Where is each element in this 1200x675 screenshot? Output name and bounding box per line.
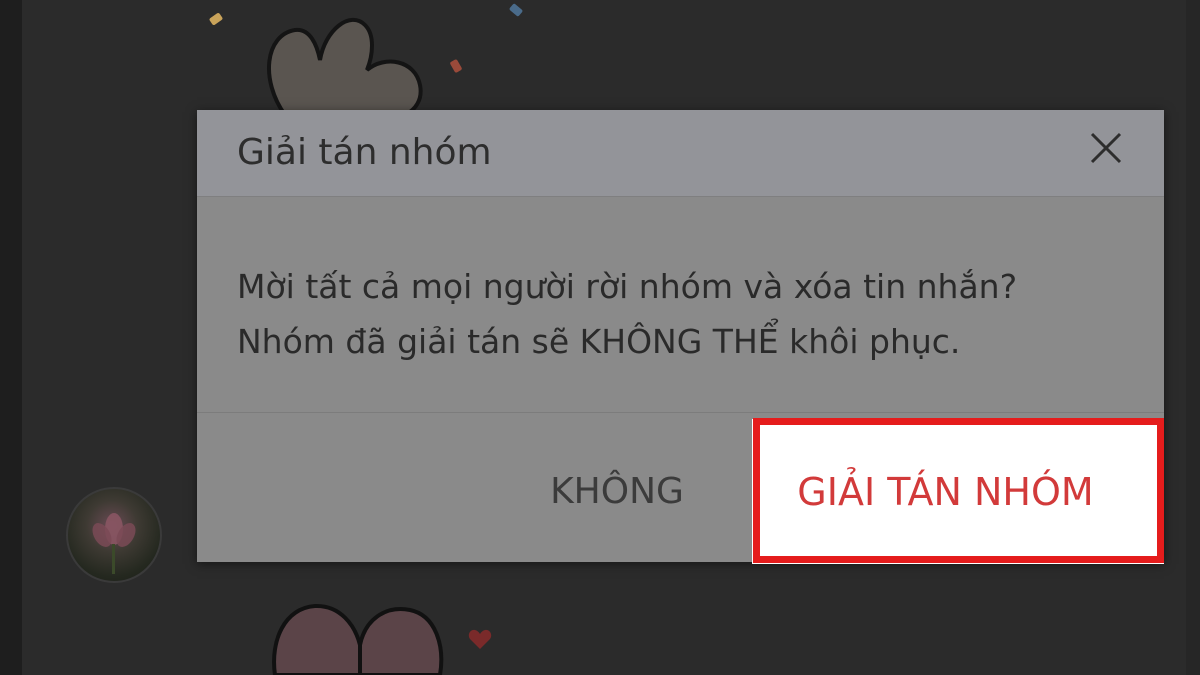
close-button[interactable] (1086, 128, 1126, 168)
bunny-sticker-bottom (272, 603, 444, 675)
dialog-header: Giải tán nhóm (197, 110, 1164, 197)
scrollbar-track[interactable] (1186, 0, 1200, 675)
lotus-avatar[interactable] (66, 487, 162, 583)
cancel-button[interactable]: KHÔNG (517, 461, 717, 521)
bunny-sticker-top (267, 18, 423, 115)
dialog-body: Mời tất cả mọi người rời nhóm và xóa tin… (197, 197, 1164, 412)
dialog-title: Giải tán nhóm (237, 132, 492, 173)
dialog-footer: KHÔNG GIẢI TÁN NHÓM (197, 412, 1164, 564)
heart-icon (468, 629, 492, 649)
dialog-message: Mời tất cả mọi người rời nhóm và xóa tin… (237, 259, 1017, 369)
message-line-1: Mời tất cả mọi người rời nhóm và xóa tin… (237, 267, 1018, 306)
disband-group-dialog: Giải tán nhóm Mời tất cả mọi người rời n… (197, 110, 1164, 564)
close-icon (1090, 132, 1122, 164)
message-line-2: Nhóm đã giải tán sẽ KHÔNG THỂ khôi phục. (237, 322, 961, 361)
disband-group-button[interactable]: GIẢI TÁN NHÓM (752, 419, 1164, 564)
sidebar-edge (0, 0, 22, 675)
